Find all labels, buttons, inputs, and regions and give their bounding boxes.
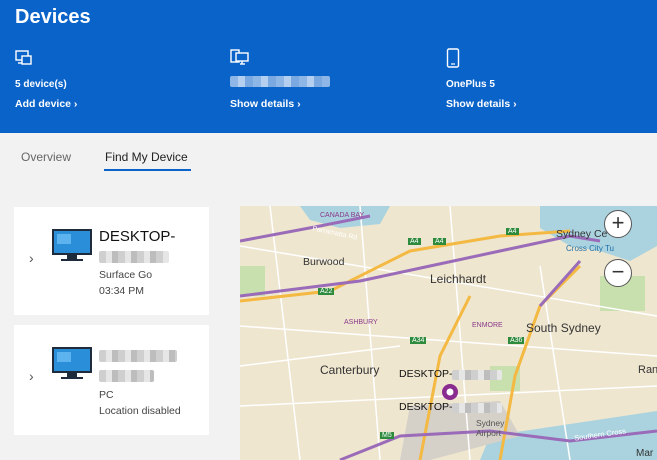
map-label: Canterbury xyxy=(320,363,380,377)
page-title: Devices xyxy=(15,6,91,28)
road-shield: A4 xyxy=(433,238,446,245)
show-details-link-pc[interactable]: Show details › xyxy=(230,98,301,110)
blurred-device-name xyxy=(99,370,154,382)
blurred-device-name xyxy=(99,350,177,362)
road-shield: A4 xyxy=(506,228,519,235)
zoom-out-button[interactable]: − xyxy=(604,259,632,287)
map-label: Ran xyxy=(638,364,657,376)
map-label: Sydney Airport xyxy=(476,418,505,438)
map-label: Burwood xyxy=(303,256,345,268)
chevron-right-icon: › xyxy=(29,250,34,266)
desktop-icon xyxy=(230,49,249,65)
map-label: South Sydney xyxy=(526,321,601,335)
map-label: Sydney Ce xyxy=(556,228,608,240)
map-label: CANADA BAY xyxy=(320,212,365,219)
road-shield: A36 xyxy=(508,337,525,344)
device-name: DESKTOP- xyxy=(99,228,176,245)
device-last-seen: 03:34 PM xyxy=(99,285,144,297)
desktop-stat: Show details › xyxy=(230,48,430,110)
tab-overview[interactable]: Overview xyxy=(21,150,71,164)
tab-find-my-device[interactable]: Find My Device xyxy=(105,150,188,164)
device-model: PC xyxy=(99,389,114,401)
blurred-device-name xyxy=(452,403,502,413)
devices-header: Devices 5 device(s) Add device › Show de… xyxy=(0,0,657,133)
map-label: Cross City Tu xyxy=(566,244,615,253)
chevron-right-icon: › xyxy=(29,368,34,384)
add-device-link[interactable]: Add device › xyxy=(15,98,77,110)
road-shield: M5 xyxy=(380,432,394,439)
device-location-status: Location disabled xyxy=(99,405,181,417)
device-card[interactable]: › DESKTOP- Surface Go 03:34 PM xyxy=(14,207,209,315)
active-tab-indicator xyxy=(104,169,191,171)
multi-device-icon xyxy=(15,50,32,65)
device-count: 5 device(s) xyxy=(15,79,67,90)
tab-bar: Overview Find My Device xyxy=(0,133,657,181)
monitor-icon xyxy=(52,347,92,381)
blurred-device-name xyxy=(230,76,330,87)
road-shield: A4 xyxy=(408,238,421,245)
map-label: Mar xyxy=(636,448,654,459)
monitor-icon xyxy=(52,229,92,263)
map-label: ENMORE xyxy=(472,322,503,329)
device-model: Surface Go xyxy=(99,269,153,281)
road-shield: A34 xyxy=(410,337,427,344)
road-shield: A22 xyxy=(318,288,335,295)
phone-stat: OnePlus 5 Show details › xyxy=(446,48,646,110)
phone-icon xyxy=(446,48,460,68)
blurred-device-name xyxy=(452,370,502,380)
device-map[interactable]: A4 A4 A4 A22 A34 A36 M5 CANADA BAY Parra… xyxy=(240,206,657,460)
device-card[interactable]: › PC Location disabled xyxy=(14,325,209,435)
phone-name: OnePlus 5 xyxy=(446,79,495,90)
blurred-device-name xyxy=(99,251,169,263)
map-label: Leichhardt xyxy=(430,272,487,286)
zoom-in-button[interactable]: + xyxy=(604,210,632,238)
device-pin-label: DESKTOP- xyxy=(399,401,453,413)
device-pin-label: DESKTOP- xyxy=(399,368,453,380)
device-count-stat: 5 device(s) Add device › xyxy=(15,48,215,110)
map-label: ASHBURY xyxy=(344,319,378,326)
show-details-link-phone[interactable]: Show details › xyxy=(446,98,517,110)
